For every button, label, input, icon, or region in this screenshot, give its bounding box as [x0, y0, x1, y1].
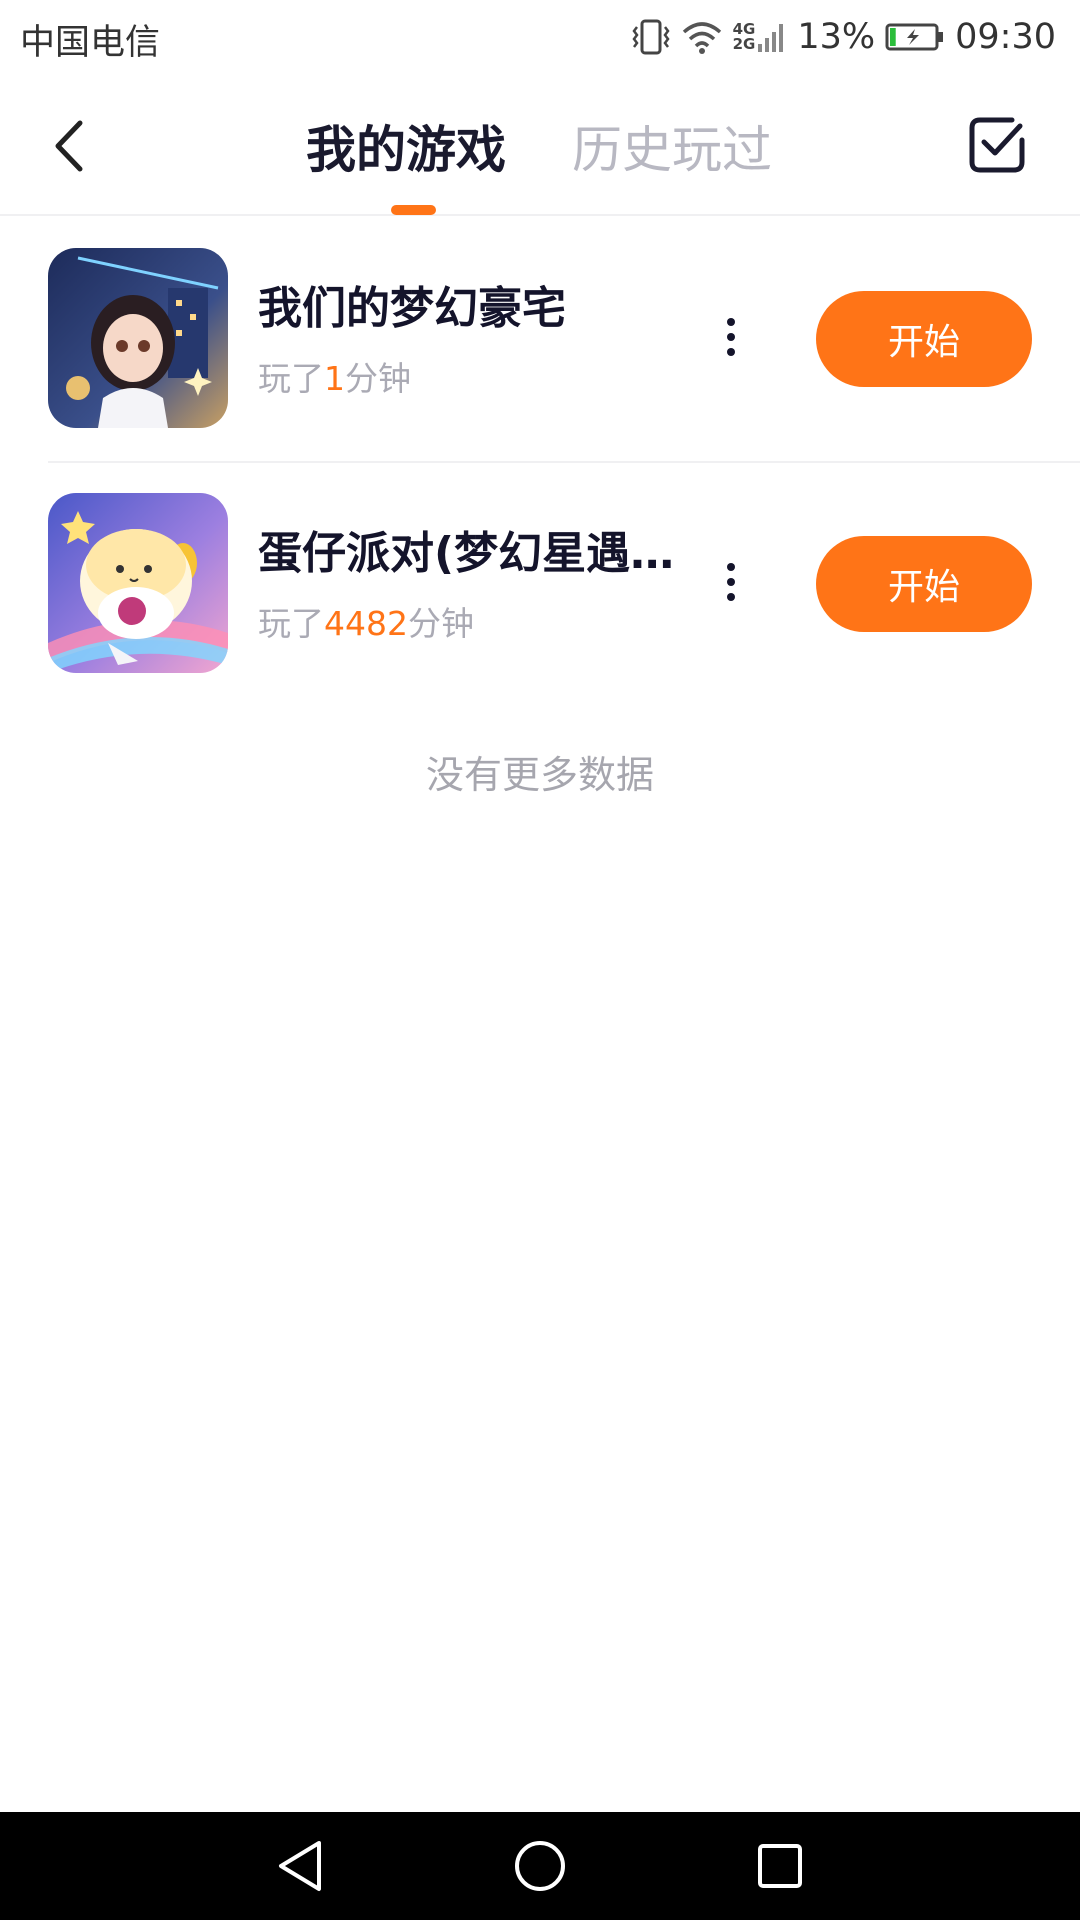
- more-options-button[interactable]: [716, 302, 746, 372]
- nav-home-button[interactable]: [510, 1836, 570, 1896]
- back-triangle-icon: [279, 1841, 321, 1891]
- play-time-suffix: 分钟: [345, 359, 411, 398]
- carrier-label: 中国电信: [20, 23, 161, 63]
- game-title[interactable]: 我们的梦幻豪宅: [258, 272, 678, 336]
- play-time: 玩了4482分钟: [258, 597, 474, 645]
- active-tab-indicator: [391, 205, 436, 215]
- network-bottom-label: 2G: [732, 35, 756, 53]
- wifi-icon: [681, 20, 723, 54]
- network-type: 4G 2G: [733, 22, 756, 52]
- status-bar: 中国电信 4G 2G 13% 09:30: [0, 0, 1080, 74]
- game-list: 我们的梦幻豪宅 玩了1分钟 开始 蛋仔派对(梦幻星遇... 玩了4482分钟 开…: [0, 218, 1080, 712]
- play-time-suffix: 分钟: [407, 604, 474, 643]
- recents-square-icon: [758, 1844, 802, 1888]
- no-more-data-label: 没有更多数据: [425, 753, 654, 797]
- start-button[interactable]: 开始: [816, 291, 1032, 387]
- clock: 09:30: [955, 17, 1056, 57]
- battery-percent: 13%: [797, 17, 876, 57]
- play-time-minutes: 1: [324, 359, 345, 398]
- play-time-prefix: 玩了: [258, 359, 324, 398]
- home-circle-icon: [515, 1841, 565, 1891]
- list-item[interactable]: 蛋仔派对(梦幻星遇... 玩了4482分钟 开始: [0, 463, 1080, 712]
- list-item[interactable]: 我们的梦幻豪宅 玩了1分钟 开始: [0, 218, 1080, 463]
- select-mode-button[interactable]: [968, 116, 1026, 174]
- game-icon-dream-mansion[interactable]: [48, 248, 228, 428]
- top-nav: 我的游戏 历史玩过: [0, 74, 1080, 216]
- checkbox-checked-icon: [969, 117, 1025, 173]
- status-icons: 4G 2G 13% 09:30: [631, 12, 1056, 62]
- start-button[interactable]: 开始: [816, 536, 1032, 632]
- play-time-minutes: 4482: [324, 604, 408, 643]
- play-time-prefix: 玩了: [258, 604, 324, 643]
- vibrate-icon: [631, 19, 671, 55]
- system-nav-bar: [0, 1812, 1080, 1920]
- game-icon-eggy-party[interactable]: [48, 493, 228, 673]
- nav-recents-button[interactable]: [750, 1836, 810, 1896]
- tab-history-played[interactable]: 历史玩过: [572, 110, 772, 182]
- more-vertical-icon: [727, 563, 735, 571]
- more-options-button[interactable]: [716, 547, 746, 617]
- play-time: 玩了1分钟: [258, 352, 411, 400]
- nav-back-button[interactable]: [270, 1836, 330, 1896]
- signal-icon: [757, 20, 787, 54]
- battery-charging-icon: [885, 22, 945, 52]
- tab-my-games[interactable]: 我的游戏: [306, 110, 506, 182]
- game-title[interactable]: 蛋仔派对(梦幻星遇...: [258, 517, 678, 581]
- more-vertical-icon: [727, 318, 735, 326]
- tab-bar: 我的游戏 历史玩过: [0, 74, 1080, 216]
